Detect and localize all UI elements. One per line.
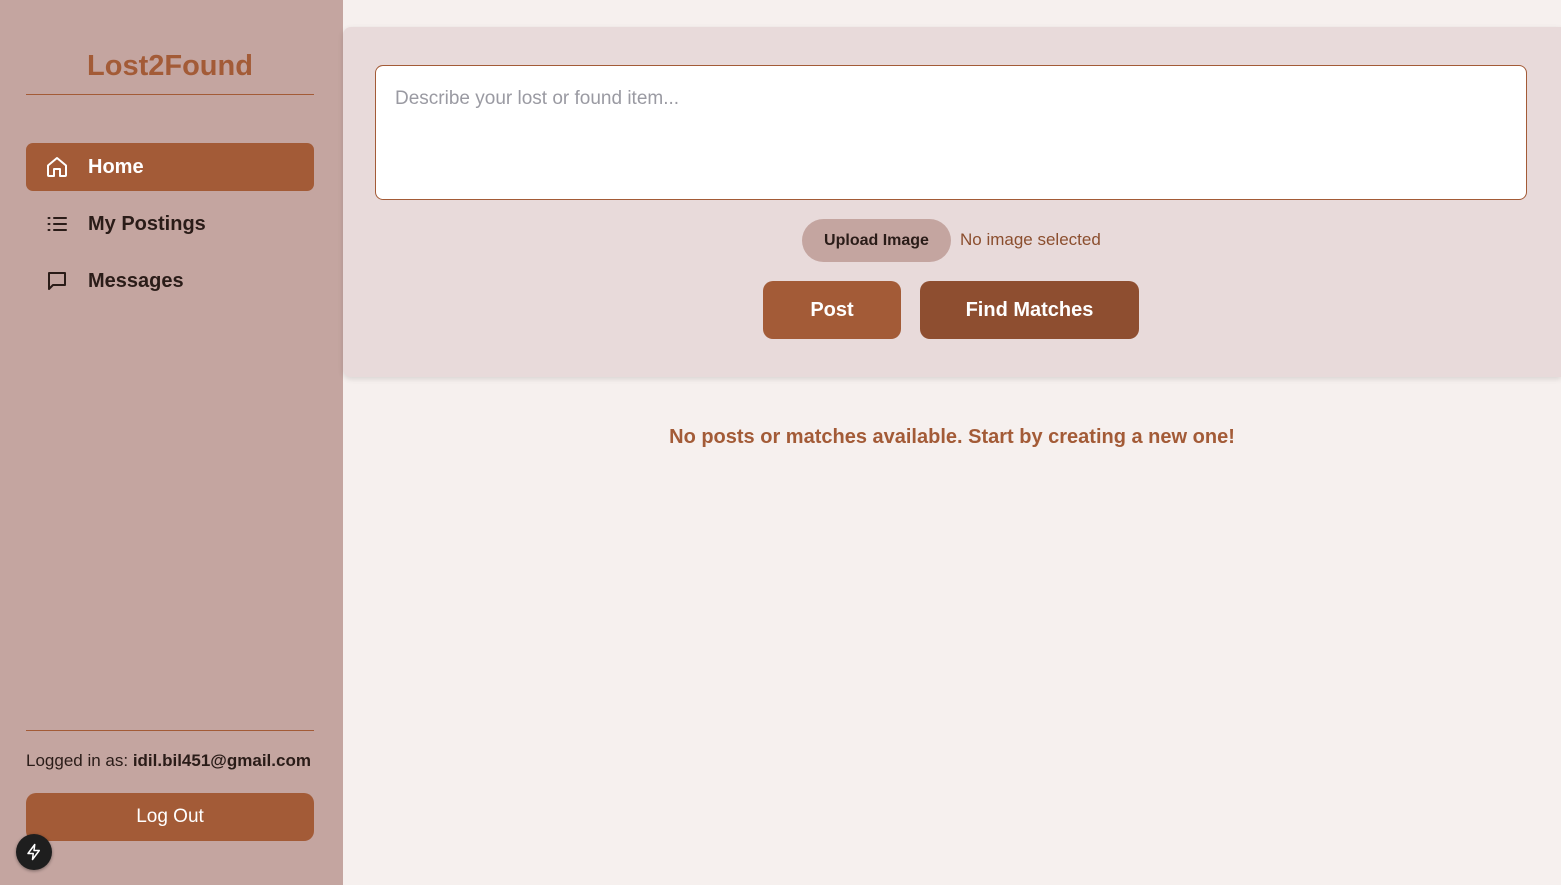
post-button[interactable]: Post <box>763 281 901 339</box>
upload-status-text: No image selected <box>960 230 1101 249</box>
upload-image-button[interactable]: Upload Image <box>802 219 951 262</box>
message-icon <box>45 269 69 293</box>
logout-button[interactable]: Log Out <box>26 793 314 841</box>
sidebar-item-my-postings[interactable]: My Postings <box>26 200 314 248</box>
login-info: Logged in as: idil.bil451@gmail.com <box>26 751 311 771</box>
home-icon <box>45 155 69 179</box>
footer-divider <box>26 730 314 731</box>
lightning-bolt-icon <box>25 843 43 861</box>
sidebar: Lost2Found Home My Postings Messages Log… <box>0 0 343 885</box>
brand-divider <box>26 94 314 95</box>
sidebar-item-messages[interactable]: Messages <box>26 257 314 305</box>
post-composer-panel: Upload Image No image selected Post Find… <box>343 27 1561 377</box>
find-matches-button[interactable]: Find Matches <box>920 281 1139 339</box>
sidebar-item-label: Home <box>88 155 144 178</box>
logged-in-label: Logged in as: <box>26 751 129 770</box>
sidebar-item-label: Messages <box>88 269 184 292</box>
sidebar-item-label: My Postings <box>88 212 206 235</box>
dev-tools-button[interactable] <box>16 834 52 870</box>
empty-feed-message: No posts or matches available. Start by … <box>669 426 1235 448</box>
app-logo-title: Lost2Found <box>87 50 253 82</box>
sidebar-item-home[interactable]: Home <box>26 143 314 191</box>
list-icon <box>45 212 69 236</box>
user-email: idil.bil451@gmail.com <box>132 751 311 770</box>
item-description-input[interactable] <box>375 65 1527 200</box>
